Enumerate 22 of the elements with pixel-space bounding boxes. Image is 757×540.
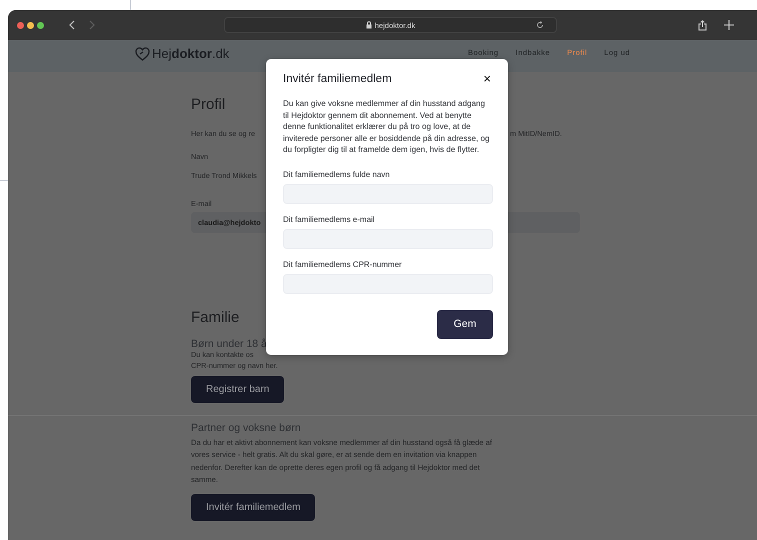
share-icon[interactable] — [698, 20, 707, 30]
dialog-title: Invitér familiemedlem — [283, 72, 392, 84]
new-tab-icon[interactable] — [724, 20, 734, 30]
field-label: Dit familiemedlems e-mail — [283, 214, 375, 224]
register-child-button[interactable]: Registrer barn — [191, 376, 284, 403]
field-label: Dit familiemedlems fulde navn — [283, 170, 390, 178]
dialog-text: Du kan give voksne medlemmer af din husstand adgang til Hejdoktor gennem dit abonnement. Ved at benytte denne funktionalitet erklærer du på tro og love, at de inviterede personer alle er bosiddende på din adresse, og du forpligter dig til at framelde dem igen, hvis de flytter. — [283, 98, 491, 156]
section-title: Familie — [191, 309, 240, 326]
subsection-title: Partner og voksne børn — [191, 422, 301, 434]
field-label: Dit familiemedlems CPR-nummer — [283, 260, 402, 268]
minimize-window-icon[interactable] — [27, 22, 34, 28]
invite-family-button[interactable]: Invitér familiemedlem — [191, 494, 316, 522]
reload-icon[interactable] — [536, 21, 544, 29]
back-icon[interactable] — [69, 20, 75, 30]
lock-icon — [366, 21, 372, 29]
subsection-title: Børn under 18 å — [191, 338, 267, 350]
save-button[interactable]: Gem — [437, 310, 493, 338]
close-button[interactable]: × — [481, 71, 493, 86]
heart-logo-icon — [135, 46, 150, 60]
section-title: Profil — [191, 96, 226, 113]
maximize-window-icon[interactable] — [37, 22, 44, 28]
close-window-icon[interactable] — [17, 22, 24, 28]
